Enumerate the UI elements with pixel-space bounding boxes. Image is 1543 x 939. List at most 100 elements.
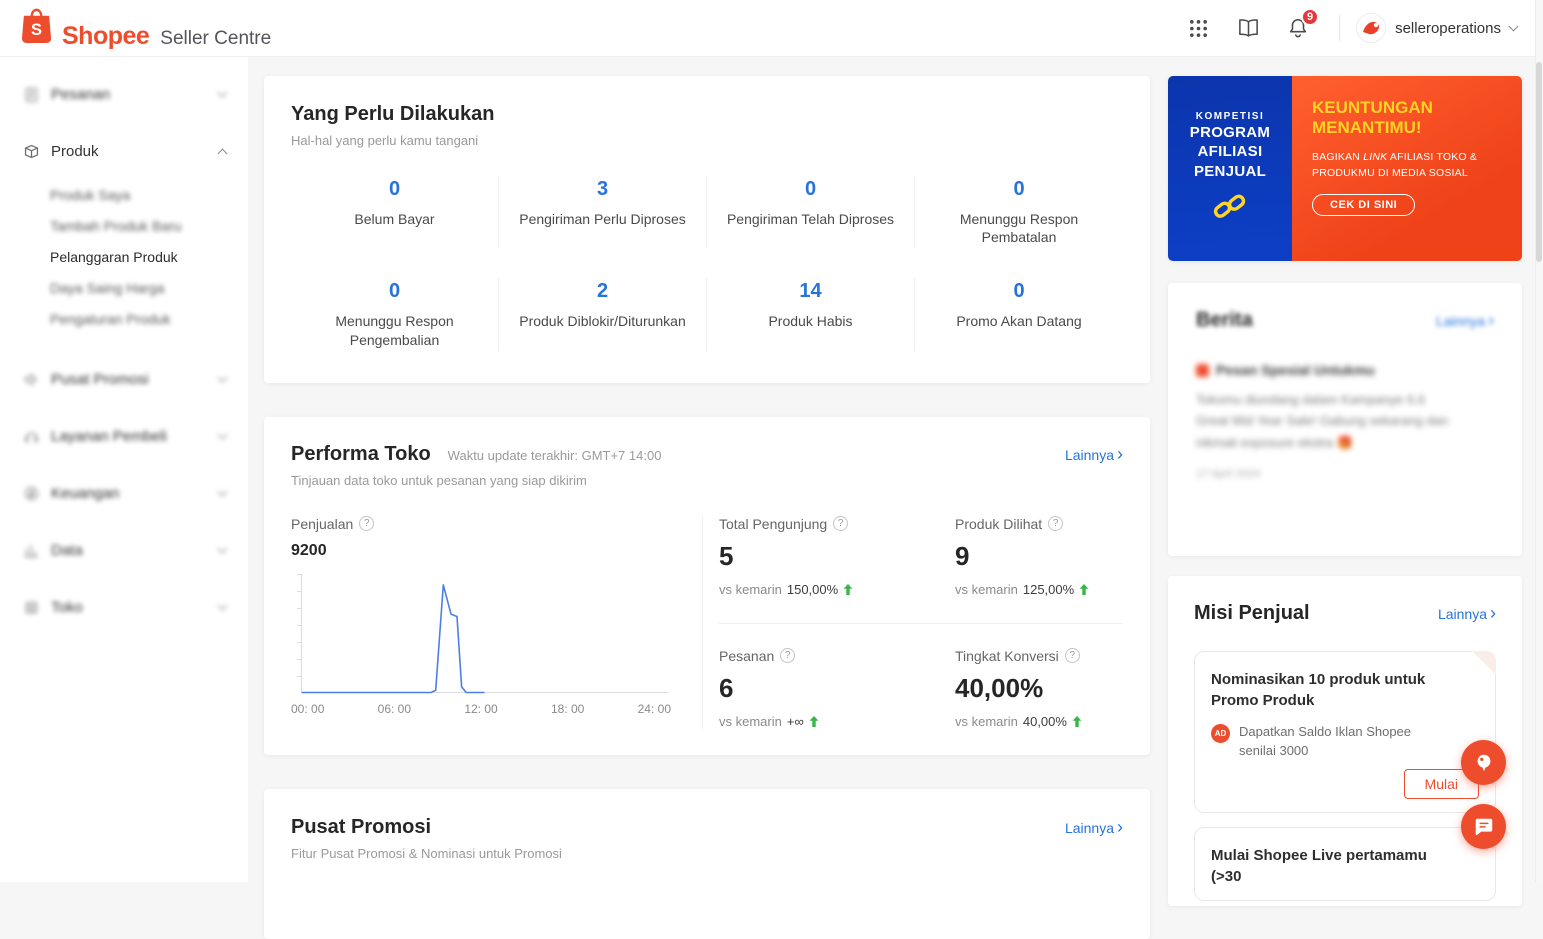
todo-item-belum-bayar[interactable]: 0 Belum Bayar	[291, 176, 499, 248]
flame-icon	[1196, 364, 1209, 377]
mission-title: Mulai Shopee Live pertamamu (>30	[1211, 845, 1461, 887]
todo-label: Produk Habis	[721, 312, 900, 330]
todo-item-pengiriman-perlu-diproses[interactable]: 3 Pengiriman Perlu Diproses	[499, 176, 707, 248]
metric-pesanan: Pesanan? 6 vs kemarin +∞	[719, 623, 921, 729]
sidebar-item-label: Pusat Promosi	[51, 371, 149, 388]
sidebar-subitem-pengaturan-produk[interactable]: Pengaturan Produk	[0, 303, 248, 334]
help-icon[interactable]: ?	[1065, 648, 1080, 663]
todo-label: Pengiriman Telah Diproses	[721, 210, 900, 228]
sidebar-item-pesanan[interactable]: Pesanan	[0, 73, 248, 115]
up-arrow-icon	[1072, 716, 1082, 727]
sidebar-item-data[interactable]: Data	[0, 529, 248, 571]
news-item-date: 17 April 2024	[1196, 468, 1494, 480]
avatar	[1356, 13, 1386, 43]
sidebar-item-label: Toko	[51, 599, 83, 616]
metric-label: Produk Dilihat	[955, 516, 1042, 532]
sidebar-item-pusat-promosi[interactable]: Pusat Promosi	[0, 358, 248, 400]
metric-compare: vs kemarin 150,00%	[719, 582, 921, 597]
banner-cta-button[interactable]: CEK DI SINI	[1312, 194, 1415, 216]
assistant-fab[interactable]	[1461, 740, 1506, 785]
metric-produk-dilihat: Produk Dilihat? 9 vs kemarin 125,00%	[921, 516, 1123, 623]
compare-prefix: vs kemarin	[719, 714, 782, 729]
affiliate-banner[interactable]: KOMPETISI PROGRAM AFILIASI PENJUAL KEUNT…	[1168, 76, 1522, 261]
sidebar-subitem-daya-saing-harga[interactable]: Daya Saing Harga	[0, 272, 248, 303]
svg-text:S: S	[31, 21, 42, 39]
compare-prefix: vs kemarin	[955, 714, 1018, 729]
todo-label: Menunggu Respon Pengembalian	[305, 312, 484, 348]
performance-header: Performa Toko Waktu update terakhir: GMT…	[291, 443, 1123, 466]
todo-count: 14	[721, 280, 900, 303]
mission-title: Nominasikan 10 produk untuk Promo Produk	[1211, 669, 1461, 711]
compare-prefix: vs kemarin	[719, 582, 782, 597]
scrollbar-thumb[interactable]	[1536, 62, 1542, 262]
sidebar-subitem-label: Pengaturan Produk	[50, 311, 171, 327]
news-item[interactable]: Pesan Spesial Untukmu Tokomu diundang da…	[1196, 362, 1494, 480]
help-icon[interactable]: ?	[1048, 516, 1063, 531]
mission-card-promo-produk[interactable]: Nominasikan 10 produk untuk Promo Produk…	[1194, 651, 1496, 813]
sidebar-subitem-label: Daya Saing Harga	[50, 280, 164, 296]
up-arrow-icon	[843, 584, 853, 595]
sales-panel: Penjualan ? 9200	[291, 516, 703, 729]
help-icon[interactable]: ?	[780, 648, 795, 663]
todo-item-pengiriman-telah-diproses[interactable]: 0 Pengiriman Telah Diproses	[707, 176, 915, 248]
banner-line: PROGRAM	[1190, 124, 1270, 141]
sidebar-produk-submenu: Produk Saya Tambah Produk Baru Pelanggar…	[0, 179, 248, 334]
missions-more-link[interactable]: Lainnya ›	[1438, 606, 1496, 622]
sales-label-row: Penjualan ?	[291, 516, 674, 532]
sidebar-item-toko[interactable]: Toko	[0, 586, 248, 628]
shopee-logo[interactable]: S Shopee Seller Centre	[20, 7, 271, 49]
metric-tingkat-konversi: Tingkat Konversi? 40,00% vs kemarin 40,0…	[921, 623, 1123, 729]
promo-center-more-link[interactable]: Lainnya ›	[1065, 820, 1123, 836]
notification-bell-icon[interactable]: 9	[1279, 11, 1317, 45]
todo-item-menunggu-respon-pengembalian[interactable]: 0 Menunggu Respon Pengembalian	[291, 278, 499, 350]
help-icon[interactable]: ?	[359, 516, 374, 531]
chevron-down-icon	[218, 486, 228, 496]
metric-label: Pesanan	[719, 648, 774, 664]
sidebar-subitem-tambah-produk-baru[interactable]: Tambah Produk Baru	[0, 210, 248, 241]
news-item-body: Tokomu diundang dalam Kampanye 6.6 Great…	[1196, 389, 1494, 453]
ads-badge-icon: AD	[1211, 724, 1230, 743]
compare-delta: 150,00%	[787, 582, 838, 597]
coin-icon	[22, 484, 40, 502]
banner-kicker: KOMPETISI	[1196, 111, 1265, 122]
todo-item-promo-akan-datang[interactable]: 0 Promo Akan Datang	[915, 278, 1123, 350]
help-icon[interactable]: ?	[833, 516, 848, 531]
brand-wordmark: Shopee	[62, 24, 149, 49]
chevron-down-icon	[218, 543, 228, 553]
mission-reward: Dapatkan Saldo Iklan Shopee senilai 3000	[1239, 723, 1449, 761]
apps-grid-icon[interactable]	[1179, 11, 1217, 45]
todo-item-produk-diblokir[interactable]: 2 Produk Diblokir/Diturunkan	[499, 278, 707, 350]
megaphone-icon	[22, 370, 40, 388]
metric-value: 6	[719, 673, 921, 704]
performance-more-link[interactable]: Lainnya ›	[1065, 447, 1123, 463]
todo-item-menunggu-respon-pembatalan[interactable]: 0 Menunggu Respon Pembatalan	[915, 176, 1123, 248]
account-menu[interactable]: selleroperations	[1356, 13, 1517, 43]
mission-card-shopee-live[interactable]: Mulai Shopee Live pertamamu (>30	[1194, 827, 1496, 901]
sidebar-subitem-pelanggaran-produk[interactable]: Pelanggaran Produk	[0, 241, 248, 272]
todo-count: 0	[929, 280, 1109, 303]
shopee-bag-icon: S	[20, 7, 53, 49]
compare-delta: 125,00%	[1023, 582, 1074, 597]
sidebar-subitem-produk-saya[interactable]: Produk Saya	[0, 179, 248, 210]
scrollbar-track	[1535, 0, 1543, 882]
sales-value: 9200	[291, 542, 674, 560]
compare-prefix: vs kemarin	[955, 582, 1018, 597]
todo-item-produk-habis[interactable]: 14 Produk Habis	[707, 278, 915, 350]
banner-body: BAGIKAN LINK AFILIASI TOKO & PRODUKMU DI…	[1312, 150, 1502, 182]
sidebar-subitem-label: Pelanggaran Produk	[50, 249, 178, 265]
sidebar-item-produk[interactable]: Produk	[0, 130, 248, 172]
notification-badge: 9	[1301, 8, 1319, 26]
more-link-label: Lainnya	[1065, 447, 1114, 463]
sidebar-item-keuangan[interactable]: Keuangan	[0, 472, 248, 514]
box-icon	[22, 142, 40, 160]
news-more-link[interactable]: Lainnya ›	[1436, 313, 1494, 329]
banner-right-panel: KEUNTUNGAN MENANTIMU! BAGIKAN LINK AFILI…	[1292, 76, 1522, 261]
promo-center-subtitle: Fitur Pusat Promosi & Nominasi untuk Pro…	[291, 846, 1123, 861]
sidebar-item-layanan-pembeli[interactable]: Layanan Pembeli	[0, 415, 248, 457]
x-tick: 18: 00	[551, 702, 584, 716]
x-tick: 00: 00	[291, 702, 324, 716]
chat-fab[interactable]	[1461, 804, 1506, 849]
chevron-down-icon	[218, 87, 228, 97]
sidebar-item-label: Keuangan	[51, 485, 119, 502]
guide-book-icon[interactable]	[1229, 11, 1267, 45]
